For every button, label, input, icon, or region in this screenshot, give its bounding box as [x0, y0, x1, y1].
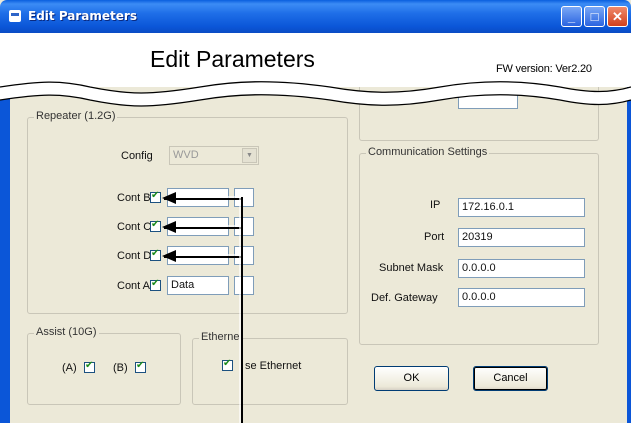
arrow-annotation-overlay [162, 192, 243, 423]
edit-parameters-window: Edit Parameters _ □ ✕ Edit Parameters FW… [0, 0, 631, 423]
